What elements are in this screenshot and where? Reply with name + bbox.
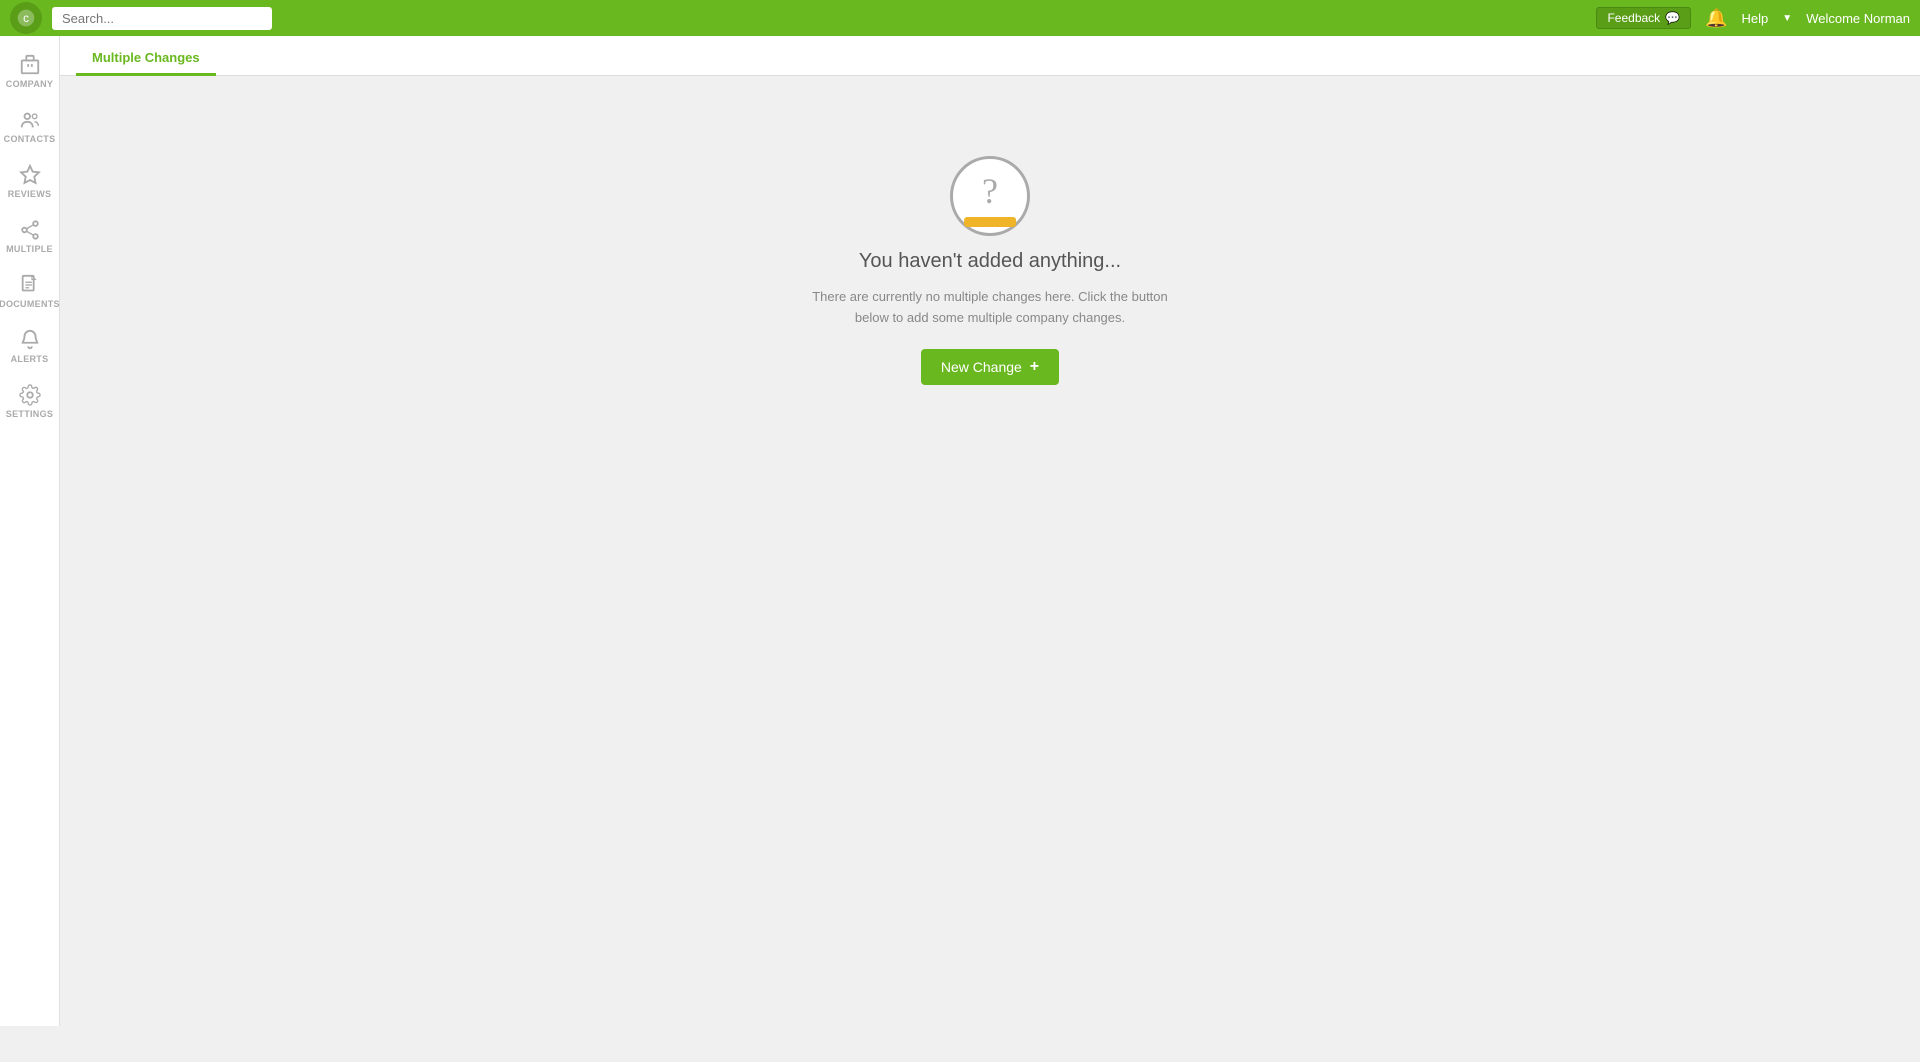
tab-bar: Multiple Changes [60, 36, 1920, 76]
new-change-button[interactable]: New Change + [921, 349, 1059, 385]
sidebar-item-multiple[interactable]: MULTIPLE [1, 211, 59, 262]
sidebar-reviews-label: REVIEWS [8, 189, 52, 199]
sidebar-contacts-label: CONTACTS [4, 134, 56, 144]
sidebar-alerts-label: ALERTS [11, 354, 49, 364]
sidebar-item-alerts[interactable]: ALERTS [1, 321, 59, 372]
question-mark-icon: ? [982, 173, 998, 209]
star-icon [19, 164, 41, 186]
bell-icon [19, 329, 41, 351]
empty-state-subtitle: There are currently no multiple changes … [800, 287, 1180, 329]
plus-icon: + [1030, 358, 1039, 376]
sidebar-company-label: COMPANY [6, 79, 53, 89]
feedback-icon: 💬 [1665, 11, 1680, 25]
sidebar-item-reviews[interactable]: REVIEWS [1, 156, 59, 207]
sidebar-item-documents[interactable]: DOCUMENTS [1, 266, 59, 317]
share-icon [19, 219, 41, 241]
people-icon [19, 109, 41, 131]
help-link[interactable]: Help [1742, 11, 1769, 26]
gear-icon [19, 384, 41, 406]
notifications-icon[interactable]: 🔔 [1705, 8, 1727, 29]
feedback-button[interactable]: Feedback 💬 [1596, 7, 1691, 29]
empty-state-icon: ? [950, 156, 1030, 236]
topbar-right: Feedback 💬 🔔 Help ▼ Welcome Norman [1596, 7, 1910, 29]
building-icon [19, 54, 41, 76]
sidebar-item-settings[interactable]: SETTINGS [1, 376, 59, 427]
app-logo[interactable]: c [10, 2, 42, 34]
sidebar-settings-label: SETTINGS [6, 409, 53, 419]
sidebar-item-contacts[interactable]: CONTACTS [1, 101, 59, 152]
sidebar-item-company[interactable]: COMPANY [1, 46, 59, 97]
dropdown-arrow-icon[interactable]: ▼ [1782, 13, 1792, 24]
svg-text:c: c [23, 12, 29, 25]
sidebar-documents-label: DOCUMENTS [0, 299, 60, 309]
feedback-label: Feedback [1607, 11, 1660, 25]
new-change-label: New Change [941, 359, 1022, 375]
main-content: Multiple Changes ? You haven't added any… [60, 36, 1920, 1026]
welcome-text: Welcome Norman [1806, 11, 1910, 26]
tab-multiple-changes[interactable]: Multiple Changes [76, 40, 216, 76]
search-input[interactable] [52, 7, 272, 30]
empty-state-title: You haven't added anything... [859, 250, 1121, 273]
topbar: c Feedback 💬 🔔 Help ▼ Welcome Norman [0, 0, 1920, 36]
sidebar-multiple-label: MULTIPLE [6, 244, 53, 254]
sidebar: COMPANY CONTACTS REVIEWS MULTIPLE [0, 36, 60, 1026]
content-area: ? You haven't added anything... There ar… [60, 76, 1920, 385]
document-icon [19, 274, 41, 296]
empty-state: ? You haven't added anything... There ar… [800, 156, 1180, 385]
